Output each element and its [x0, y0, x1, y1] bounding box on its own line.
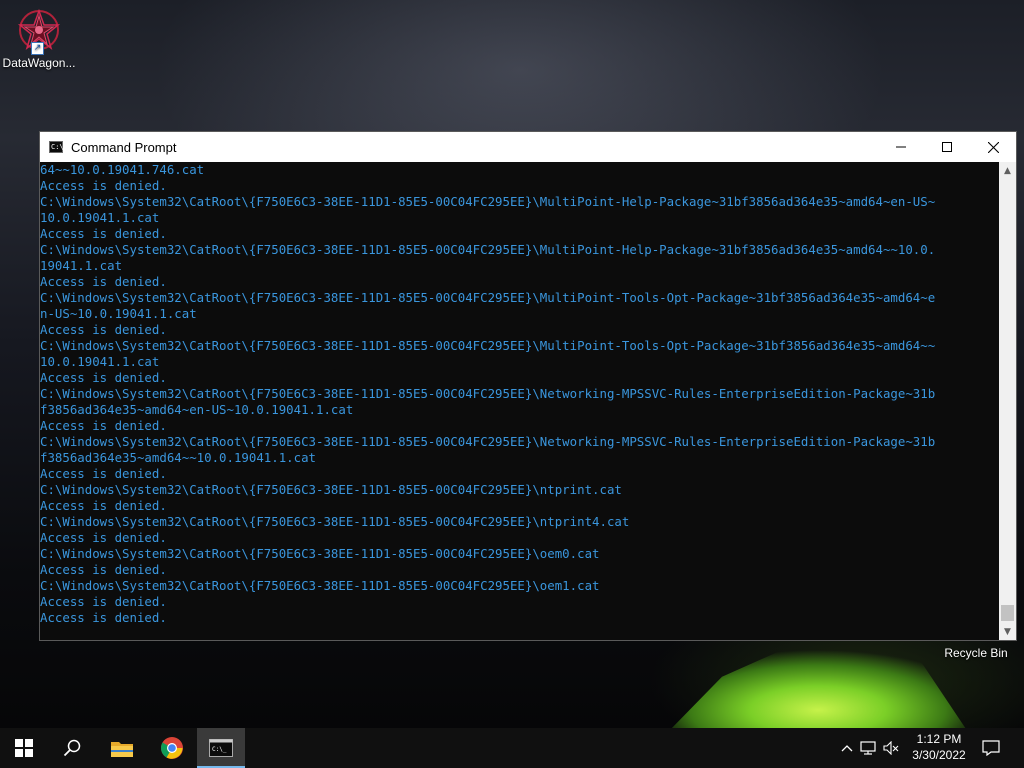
console-line: C:\Windows\System32\CatRoot\{F750E6C3-38…: [40, 338, 936, 353]
close-button[interactable]: [970, 132, 1016, 162]
scroll-up-arrow-icon[interactable]: ▲: [999, 162, 1016, 179]
window-title: Command Prompt: [71, 139, 177, 155]
chrome-button[interactable]: [148, 728, 196, 768]
shortcut-arrow-icon: ↗: [31, 42, 44, 55]
volume-muted-icon: [883, 741, 899, 755]
network-button[interactable]: [856, 741, 880, 755]
command-prompt-window[interactable]: C:\ Command Prompt 64~~10.0.19041.746.ca…: [39, 131, 1017, 641]
console-line: C:\Windows\System32\CatRoot\{F750E6C3-38…: [40, 290, 936, 305]
console-line: C:\Windows\System32\CatRoot\{F750E6C3-38…: [40, 386, 936, 401]
maximize-button[interactable]: [924, 132, 970, 162]
datawagon-icon-label: DataWagon...: [2, 56, 76, 70]
minimize-button[interactable]: [878, 132, 924, 162]
command-prompt-taskbar-button[interactable]: C:\_: [197, 728, 245, 768]
maximize-icon: [942, 142, 952, 152]
command-prompt-window-icon: C:\: [49, 141, 64, 153]
console-line: Access is denied.: [40, 274, 167, 289]
show-hidden-icons-button[interactable]: [838, 744, 856, 752]
console-line: 19041.1.cat: [40, 258, 123, 273]
action-center-button[interactable]: [968, 728, 1014, 768]
vertical-scrollbar[interactable]: ▲ ▼: [999, 162, 1016, 640]
console-line: Access is denied.: [40, 562, 167, 577]
console-line: Access is denied.: [40, 418, 167, 433]
taskbar-clock[interactable]: 1:12 PM 3/30/2022: [904, 731, 974, 763]
console-line: C:\Windows\System32\CatRoot\{F750E6C3-38…: [40, 482, 622, 497]
console-line: Access is denied.: [40, 226, 167, 241]
console-line: n-US~10.0.19041.1.cat: [40, 306, 197, 321]
console-line: C:\Windows\System32\CatRoot\{F750E6C3-38…: [40, 514, 630, 529]
taskbar: C:\_ 1:12 PM 3/30/2022: [0, 728, 1024, 768]
minimize-icon: [896, 146, 906, 148]
console-line: Access is denied.: [40, 498, 167, 513]
datawagon-logo-icon: ↗: [17, 8, 61, 55]
scrollbar-thumb[interactable]: [1001, 605, 1014, 621]
chrome-icon: [161, 737, 183, 759]
recycle-bin-icon-label: Recycle Bin: [944, 646, 1008, 660]
console-line: f3856ad364e35~amd64~~10.0.19041.1.cat: [40, 450, 317, 465]
console-line: Access is denied.: [40, 370, 167, 385]
scroll-down-arrow-icon[interactable]: ▼: [999, 623, 1016, 640]
console-line: C:\Windows\System32\CatRoot\{F750E6C3-38…: [40, 434, 936, 449]
console-line: Access is denied.: [40, 322, 167, 337]
close-icon: [987, 141, 999, 153]
clock-date: 3/30/2022: [912, 748, 966, 762]
console-line: Access is denied.: [40, 178, 167, 193]
wallpaper-tent: [668, 640, 968, 732]
network-icon: [860, 741, 876, 755]
file-explorer-button[interactable]: [98, 728, 146, 768]
command-prompt-icon: C:\_: [209, 739, 233, 757]
console-line: 10.0.19041.1.cat: [40, 354, 160, 369]
chevron-up-icon: [841, 745, 853, 752]
search-button[interactable]: [48, 728, 96, 768]
datawagon-desktop-icon[interactable]: ↗ DataWagon...: [2, 8, 76, 70]
console-line: 10.0.19041.1.cat: [40, 210, 160, 225]
console-line: Access is denied.: [40, 594, 167, 609]
console-line: Access is denied.: [40, 610, 167, 625]
start-button[interactable]: [0, 728, 48, 768]
console-line: C:\Windows\System32\CatRoot\{F750E6C3-38…: [40, 194, 936, 209]
console-line: Access is denied.: [40, 466, 167, 481]
console-output[interactable]: 64~~10.0.19041.746.cat Access is denied. C…: [40, 162, 1000, 640]
file-explorer-icon: [111, 742, 133, 757]
console-line: Access is denied.: [40, 530, 167, 545]
search-icon: [63, 739, 81, 757]
console-line: f3856ad364e35~amd64~en-US~10.0.19041.1.c…: [40, 402, 354, 417]
clock-time: 1:12 PM: [916, 732, 962, 746]
volume-button[interactable]: [880, 741, 902, 755]
window-titlebar[interactable]: C:\ Command Prompt: [40, 132, 1016, 162]
notification-icon: [982, 740, 1000, 756]
console-line: C:\Windows\System32\CatRoot\{F750E6C3-38…: [40, 578, 600, 593]
console-line: 64~~10.0.19041.746.cat: [40, 162, 205, 177]
console-line: C:\Windows\System32\CatRoot\{F750E6C3-38…: [40, 242, 936, 257]
windows-start-icon: [15, 739, 33, 757]
svg-text:C:\_: C:\_: [212, 746, 227, 753]
console-line: C:\Windows\System32\CatRoot\{F750E6C3-38…: [40, 546, 600, 561]
system-tray: [838, 728, 902, 768]
